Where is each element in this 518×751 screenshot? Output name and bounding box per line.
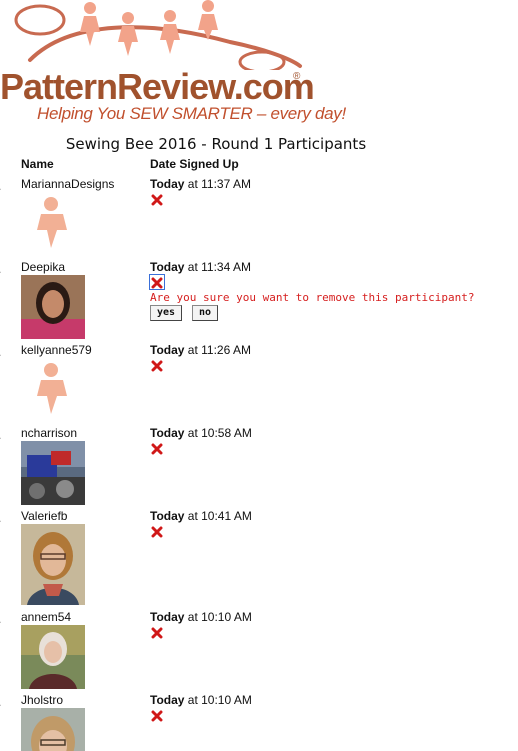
red-x-icon xyxy=(151,526,163,538)
participant-name-link[interactable]: Valeriefb xyxy=(21,509,67,523)
avatar-photo[interactable] xyxy=(21,625,85,689)
signup-date: Today at 11:34 AM xyxy=(150,260,251,274)
participant-name-link[interactable]: kellyanne579 xyxy=(21,343,92,357)
avatar-photo[interactable] xyxy=(21,275,85,339)
red-x-icon xyxy=(151,710,163,722)
remove-participant-button[interactable] xyxy=(151,442,163,455)
row-number: . xyxy=(0,345,1,359)
signup-date: Today at 10:10 AM xyxy=(150,610,252,624)
logo-graphic xyxy=(14,0,302,70)
placeholder-figure-icon xyxy=(37,363,67,414)
confirm-no-button[interactable]: no xyxy=(192,305,219,321)
remove-participant-button[interactable] xyxy=(149,274,165,290)
column-header-date: Date Signed Up xyxy=(150,157,239,171)
row-number: . xyxy=(0,612,1,626)
red-x-icon xyxy=(151,277,163,289)
logo-tagline: Helping You SEW SMARTER – every day! xyxy=(37,104,346,123)
avatar-photo-image xyxy=(21,441,85,505)
row-number: . xyxy=(0,511,1,525)
avatar-placeholder[interactable] xyxy=(21,358,85,422)
logo-brand-text: PatternReview.com xyxy=(0,66,315,107)
signup-date: Today at 10:58 AM xyxy=(150,426,252,440)
red-x-icon xyxy=(151,194,163,206)
row-number: . xyxy=(0,695,1,709)
column-header-name: Name xyxy=(21,157,54,171)
avatar-photo-image xyxy=(21,275,85,339)
site-logo[interactable]: PatternReview.com ® Helping You SEW SMAR… xyxy=(0,0,346,128)
signup-date: Today at 11:37 AM xyxy=(150,177,251,191)
page-title: Sewing Bee 2016 - Round 1 Participants xyxy=(65,135,367,153)
avatar-photo-image xyxy=(21,524,85,605)
signup-date: Today at 10:41 AM xyxy=(150,509,252,523)
red-x-icon xyxy=(151,627,163,639)
participant-name-link[interactable]: ncharrison xyxy=(21,426,77,440)
avatar-photo[interactable] xyxy=(21,524,85,605)
remove-confirm-message: Are you sure you want to remove this par… xyxy=(150,291,475,304)
confirm-yes-button[interactable]: yes xyxy=(150,305,183,321)
red-x-icon xyxy=(151,360,163,372)
remove-participant-button[interactable] xyxy=(151,709,163,722)
registered-mark: ® xyxy=(293,71,301,82)
participant-name-link[interactable]: MariannaDesigns xyxy=(21,177,114,191)
row-number: . xyxy=(0,262,1,276)
signup-date: Today at 11:26 AM xyxy=(150,343,251,357)
placeholder-figure-icon xyxy=(37,197,67,248)
row-number: . xyxy=(0,428,1,442)
remove-participant-button[interactable] xyxy=(151,525,163,538)
red-x-icon xyxy=(151,443,163,455)
remove-participant-button[interactable] xyxy=(151,193,163,206)
avatar-photo-image xyxy=(21,625,85,689)
avatar-photo-image xyxy=(21,708,85,751)
signup-date: Today at 10:10 AM xyxy=(150,693,252,707)
participant-name-link[interactable]: Jholstro xyxy=(21,693,63,707)
avatar-photo[interactable] xyxy=(21,441,85,505)
avatar-photo[interactable] xyxy=(21,708,85,751)
participant-name-link[interactable]: Deepika xyxy=(21,260,65,274)
avatar-placeholder[interactable] xyxy=(21,192,85,256)
participant-name-link[interactable]: annem54 xyxy=(21,610,71,624)
remove-participant-button[interactable] xyxy=(151,626,163,639)
remove-participant-button[interactable] xyxy=(151,359,163,372)
row-number: . xyxy=(0,179,1,193)
